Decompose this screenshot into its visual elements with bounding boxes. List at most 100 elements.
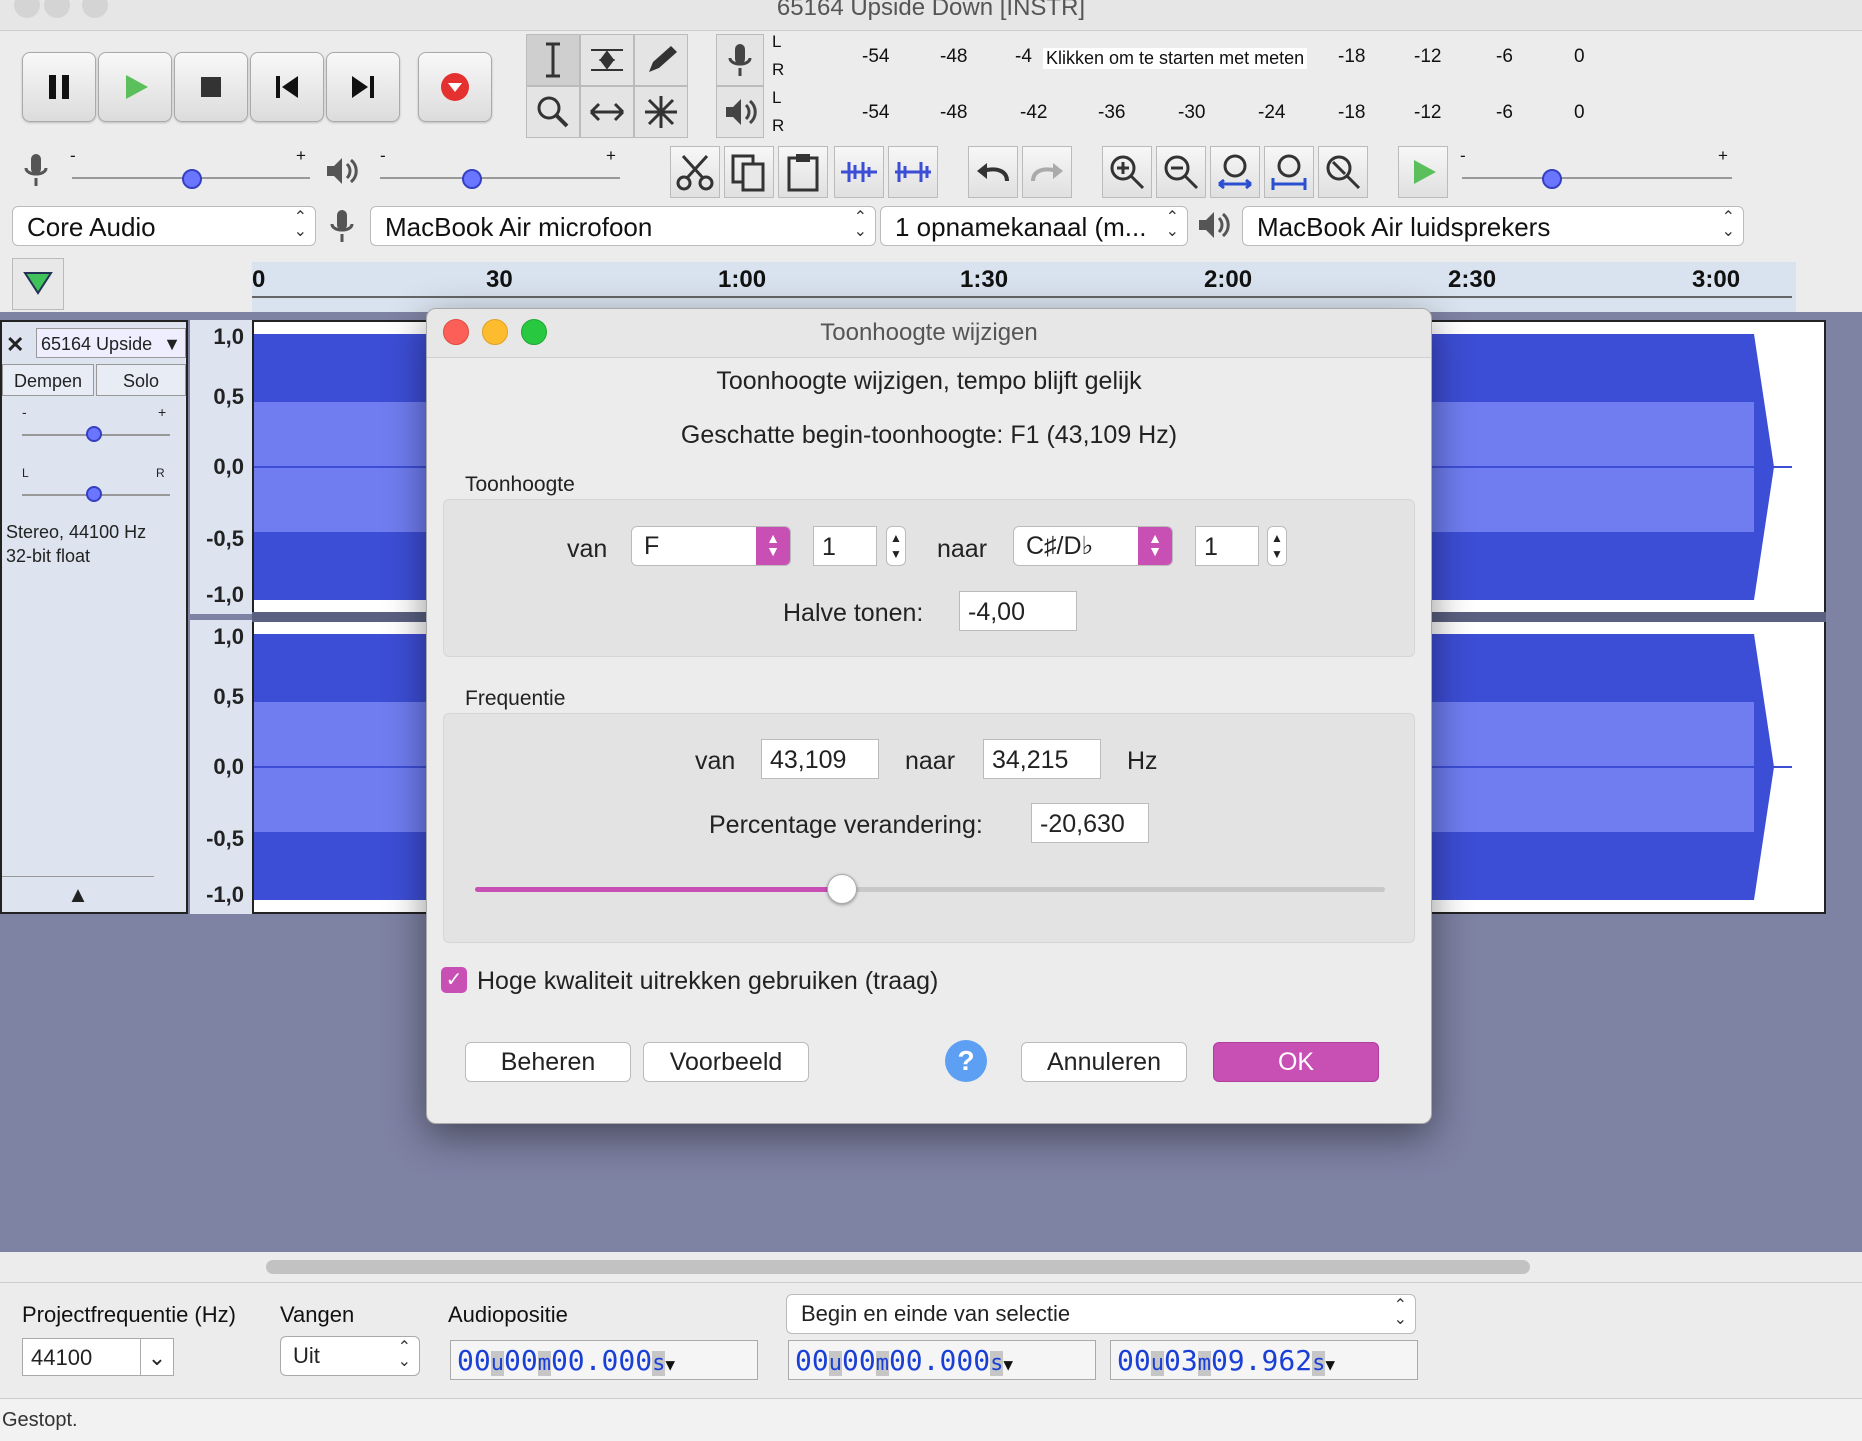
record-meter-button[interactable] (716, 34, 764, 86)
skip-to-start-button[interactable] (250, 52, 324, 122)
track-name-menu[interactable]: 65164 Upside ▼ (36, 328, 186, 358)
input-device-select[interactable]: MacBook Air microfoon ⌃ ⌄ (370, 206, 876, 246)
preview-button[interactable]: Voorbeeld (643, 1042, 809, 1082)
play-speed-slider[interactable] (1462, 177, 1732, 179)
paste-button[interactable] (778, 146, 828, 198)
percent-change-field[interactable]: -20,630 (1031, 803, 1149, 843)
from-note-select[interactable]: F ▲ ▼ (631, 526, 791, 566)
redo-button[interactable] (1022, 146, 1072, 198)
dialog-zoom-icon[interactable] (521, 319, 547, 345)
selection-start-timecode[interactable]: 00u00m00.000s▼ (788, 1340, 1096, 1380)
track-pan-knob[interactable] (86, 486, 102, 502)
undo-button[interactable] (968, 146, 1018, 198)
fit-selection-button[interactable] (1210, 146, 1260, 198)
fit-project-button[interactable] (1264, 146, 1314, 198)
selection-end-timecode[interactable]: 00u03m09.962s▼ (1110, 1340, 1418, 1380)
caret-down-icon[interactable]: ▼ (1003, 1355, 1013, 1374)
percent-change-slider[interactable] (475, 874, 1385, 904)
meter-tick: -12 (1414, 46, 1442, 67)
timeline-label: 2:30 (1448, 266, 1497, 293)
from-octave-stepper[interactable]: ▲ ▼ (886, 526, 906, 566)
draw-tool[interactable] (634, 34, 688, 86)
timeline-options-button[interactable] (12, 258, 64, 310)
snap-value: Uit (293, 1343, 320, 1368)
meter-tick: -18 (1338, 46, 1366, 67)
selection-mode-select[interactable]: Begin en einde van selectie ⌃ ⌄ (786, 1294, 1416, 1334)
updown-icon: ⌃ ⌄ (293, 209, 307, 240)
input-volume-knob[interactable] (182, 169, 202, 189)
zoom-out-button[interactable] (1156, 146, 1206, 198)
cut-button[interactable] (670, 146, 720, 198)
play-speed-knob[interactable] (1542, 169, 1562, 189)
double-arrow-icon (589, 102, 625, 122)
cancel-button[interactable]: Annuleren (1021, 1042, 1187, 1082)
playback-meter[interactable]: -54 -48 -42 -36 -30 -24 -18 -12 -6 0 (788, 94, 1588, 134)
timeline-ruler[interactable]: 0 30 1:00 1:30 2:00 2:30 3:00 (252, 262, 1796, 313)
zoom-out-icon (1164, 155, 1199, 190)
close-track-icon[interactable]: ✕ (6, 332, 24, 358)
recording-channels-select[interactable]: 1 opnamekanaal (m... ⌃ ⌄ (880, 206, 1188, 246)
zoom-in-button[interactable] (1102, 146, 1152, 198)
output-volume-knob[interactable] (462, 169, 482, 189)
input-volume-min: - (70, 146, 76, 165)
to-octave-stepper[interactable]: ▲ ▼ (1267, 526, 1287, 566)
track-gain-knob[interactable] (86, 426, 102, 442)
play-at-speed-button[interactable] (1398, 146, 1448, 198)
time-shift-tool[interactable] (580, 86, 634, 138)
recording-channels-value: 1 opnamekanaal (m... (895, 212, 1147, 242)
zoom-tool[interactable] (526, 86, 580, 138)
caret-down-icon[interactable]: ▼ (1325, 1355, 1335, 1374)
record-button[interactable] (418, 52, 492, 122)
to-note-select[interactable]: C♯/D♭ ▲ ▼ (1013, 526, 1173, 566)
snap-select[interactable]: Uit ⌃ ⌄ (280, 1336, 420, 1376)
window-titlebar: 65164 Upside Down [INSTR] (0, 0, 1862, 31)
mute-button[interactable]: Dempen (2, 364, 94, 396)
tc-unit: u (490, 1351, 504, 1376)
updown-icon: ⌃ ⌄ (853, 209, 867, 240)
output-volume-slider[interactable] (380, 177, 620, 179)
high-quality-checkbox[interactable]: ✓ (441, 967, 467, 993)
selection-tool[interactable] (526, 34, 580, 86)
meter-tick: -30 (1178, 102, 1206, 123)
multi-tool[interactable] (634, 86, 688, 138)
caret-down-icon[interactable]: ▼ (665, 1355, 675, 1374)
from-octave-field[interactable]: 1 (813, 526, 877, 566)
chevron-down-icon: ⌄ (140, 1339, 173, 1375)
dialog-close-icon[interactable] (443, 319, 469, 345)
track-control-panel[interactable]: ✕ 65164 Upside ▼ Dempen Solo - + L R Ster… (0, 320, 188, 914)
play-button[interactable] (98, 52, 172, 122)
output-device-select[interactable]: MacBook Air luidsprekers ⌃ ⌄ (1242, 206, 1744, 246)
solo-button[interactable]: Solo (96, 364, 186, 396)
trim-audio-button[interactable] (834, 146, 884, 198)
meter-play-l: L (772, 88, 782, 107)
dialog-minimize-icon[interactable] (482, 319, 508, 345)
silence-audio-button[interactable] (888, 146, 938, 198)
pause-button[interactable] (22, 52, 96, 122)
skip-to-end-button[interactable] (326, 52, 400, 122)
audio-host-select[interactable]: Core Audio ⌃ ⌄ (12, 206, 316, 246)
play-meter-button[interactable] (716, 86, 764, 138)
zoom-toggle-button[interactable] (1318, 146, 1368, 198)
help-button[interactable]: ? (945, 1040, 987, 1082)
stop-button[interactable] (174, 52, 248, 122)
copy-button[interactable] (724, 146, 774, 198)
semitones-field[interactable]: -4,00 (959, 591, 1077, 631)
freq-from-field[interactable]: 43,109 (761, 739, 879, 779)
change-pitch-dialog[interactable]: Toonhoogte wijzigen Toonhoogte wijzigen,… (426, 308, 1432, 1124)
ok-button[interactable]: OK (1213, 1042, 1379, 1082)
freq-to-field[interactable]: 34,215 (983, 739, 1101, 779)
horizontal-scrollbar[interactable] (266, 1260, 1530, 1274)
percent-slider-knob[interactable] (826, 874, 857, 904)
track-format: Stereo, 44100 Hz (6, 522, 147, 542)
envelope-tool[interactable] (580, 34, 634, 86)
project-rate-select[interactable]: 44100 ⌄ (22, 1338, 174, 1376)
manage-button[interactable]: Beheren (465, 1042, 631, 1082)
audio-position-timecode[interactable]: 00u00m00.000s▼ (450, 1340, 758, 1380)
updown-icon: ⌃ ⌄ (1393, 1297, 1407, 1328)
tc-seconds: 00.000 (888, 1344, 991, 1377)
record-meter[interactable]: -54 -48 -4⁢ Klikken om te starten met me… (788, 38, 1588, 78)
meter-start-hint[interactable]: Klikken om te starten met meten (1043, 48, 1308, 69)
meter-tick: -42 (1020, 102, 1048, 123)
collapse-track-button[interactable]: ▲ (2, 876, 154, 913)
to-octave-field[interactable]: 1 (1195, 526, 1259, 566)
